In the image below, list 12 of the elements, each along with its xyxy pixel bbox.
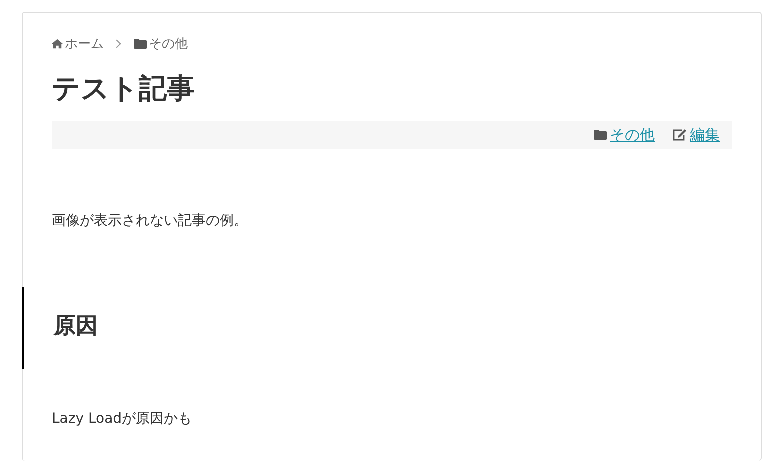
paragraph: Lazy Loadが原因かも	[52, 410, 194, 429]
meta-link[interactable]: 編集	[690, 126, 720, 144]
home-icon	[52, 39, 63, 49]
breadcrumb-link[interactable]: ホーム	[65, 35, 104, 53]
section-heading: 原因	[22, 287, 732, 369]
folder-icon	[594, 130, 607, 140]
article-title: テスト記事	[52, 71, 196, 107]
breadcrumb-link[interactable]: その他	[149, 35, 188, 53]
folder-icon	[134, 39, 147, 49]
meta-link[interactable]: その他	[610, 126, 655, 144]
paragraph: 画像が表示されない記事の例。	[52, 212, 249, 231]
edit-icon	[673, 129, 687, 141]
